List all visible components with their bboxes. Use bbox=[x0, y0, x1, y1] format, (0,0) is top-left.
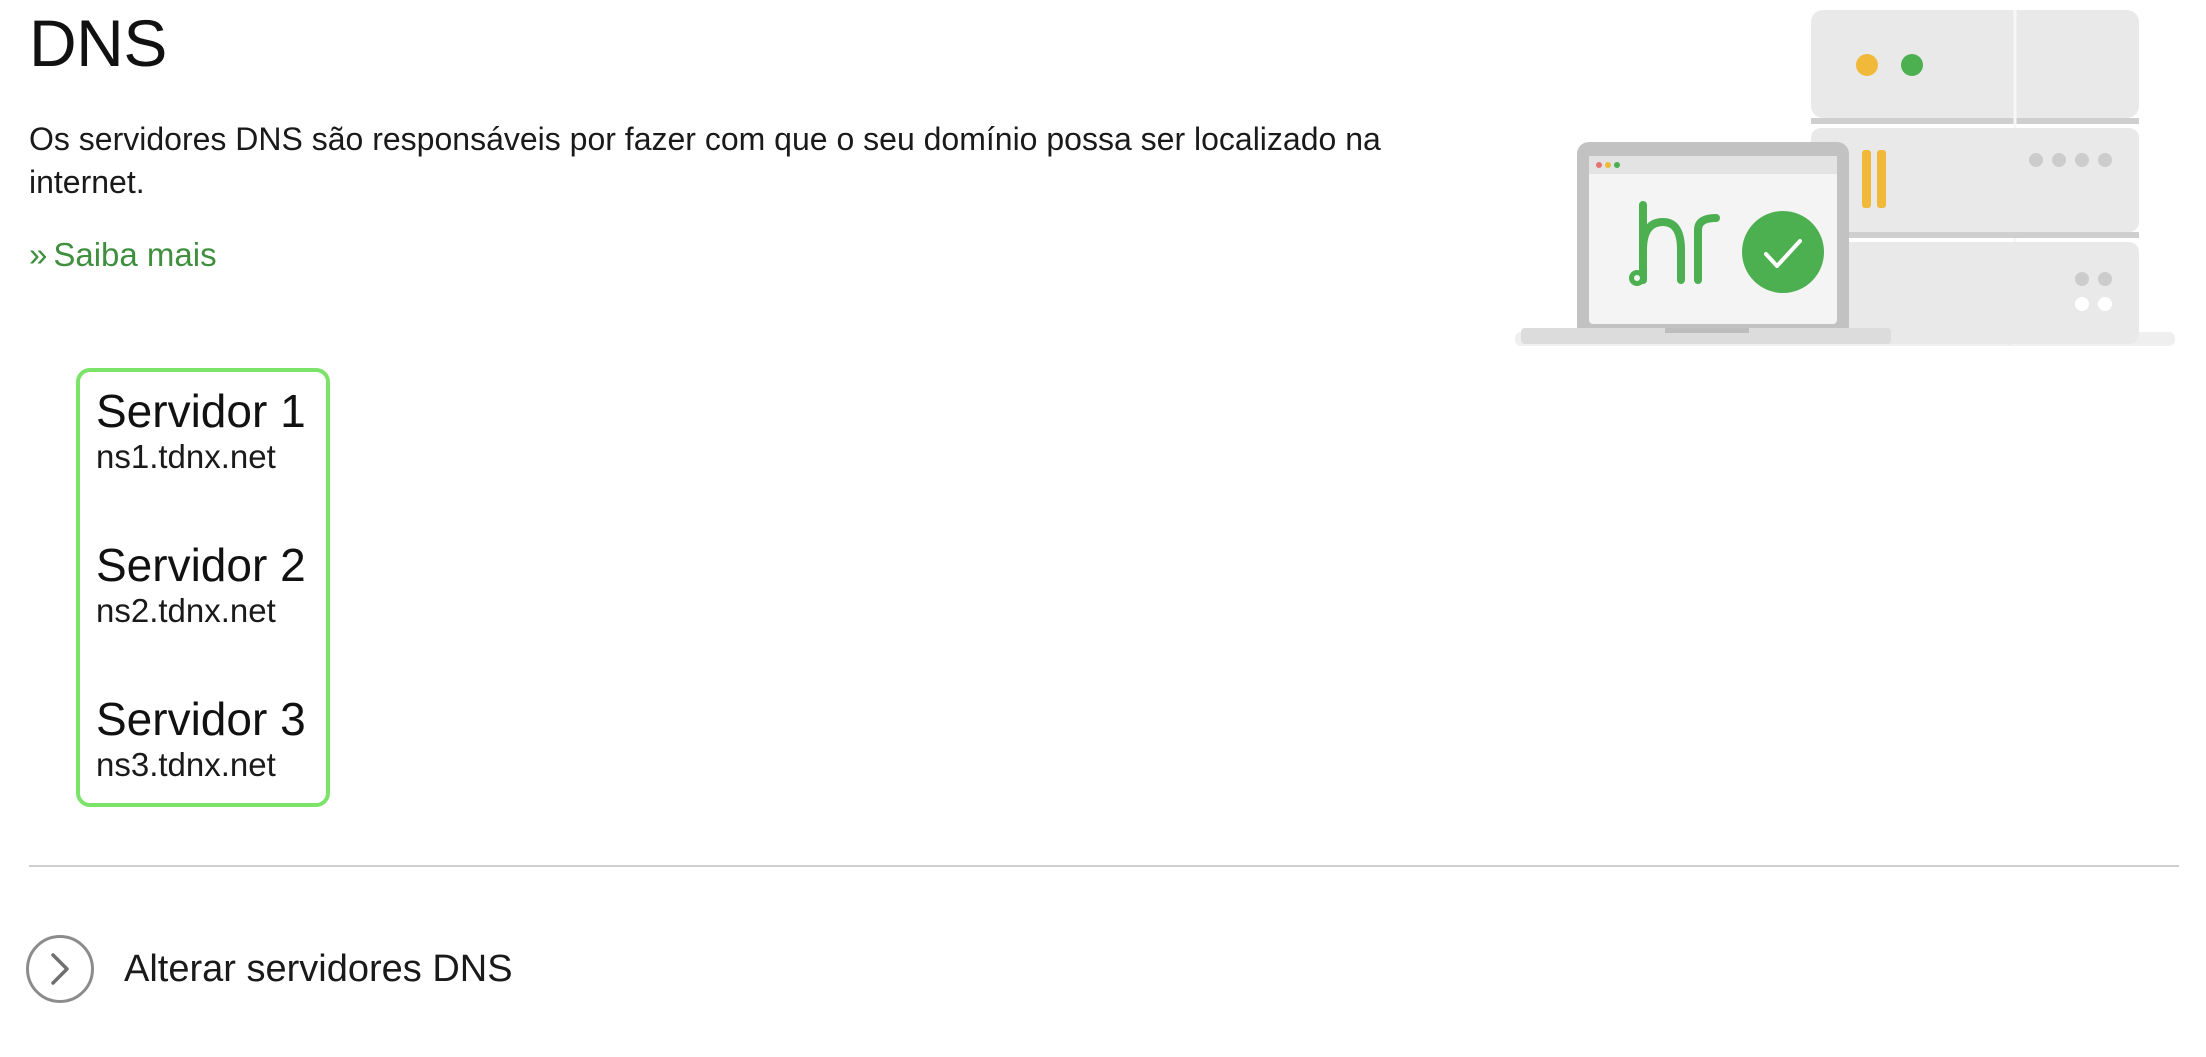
server-rack-icon bbox=[1811, 10, 2139, 345]
change-dns-label: Alterar servidores DNS bbox=[124, 947, 513, 990]
chevron-right-icon[interactable] bbox=[26, 935, 94, 1003]
page-title: DNS bbox=[29, 6, 167, 80]
dns-servers-list: Servidor 1 ns1.tdnx.net Servidor 2 ns2.t… bbox=[76, 368, 330, 807]
dns-illustration bbox=[1515, 0, 2195, 360]
laptop-icon bbox=[1521, 142, 1891, 344]
dns-description: Os servidores DNS são responsáveis por f… bbox=[29, 121, 1381, 200]
change-dns-servers-button[interactable]: Alterar servidores DNS bbox=[26, 932, 513, 1006]
server-name: Servidor 3 bbox=[96, 693, 306, 745]
server-hostname: ns1.tdnx.net bbox=[96, 438, 276, 475]
server-item-1: Servidor 1 ns1.tdnx.net bbox=[96, 385, 306, 477]
server-name: Servidor 1 bbox=[96, 385, 306, 437]
checkmark-icon bbox=[1742, 211, 1824, 293]
section-divider bbox=[29, 865, 2179, 867]
server-hostname: ns3.tdnx.net bbox=[96, 746, 276, 783]
server-hostname: ns2.tdnx.net bbox=[96, 592, 276, 629]
learn-more-link[interactable]: » Saiba mais bbox=[29, 235, 217, 275]
server-item-3: Servidor 3 ns3.tdnx.net bbox=[96, 693, 306, 785]
learn-more-label: Saiba mais bbox=[53, 236, 217, 273]
double-chevron-icon: » bbox=[29, 236, 48, 273]
server-item-2: Servidor 2 ns2.tdnx.net bbox=[96, 539, 306, 631]
server-name: Servidor 2 bbox=[96, 539, 306, 591]
dns-page: DNS Os servidores DNS são responsáveis p… bbox=[0, 0, 2206, 1057]
